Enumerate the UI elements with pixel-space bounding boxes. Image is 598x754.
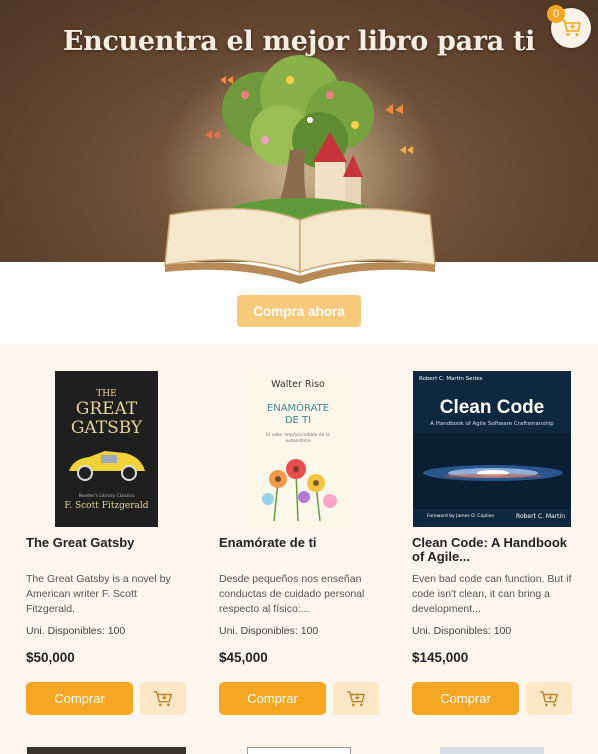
cart-plus-icon [154,690,172,706]
add-to-cart-button[interactable] [526,682,572,715]
add-to-cart-button[interactable] [333,682,379,715]
buy-button[interactable]: Comprar [219,682,326,715]
product-card: Robert C. Martin Series Clean Code A Han… [412,344,582,744]
cover-subtitle: A Handbook of Agile Software Craftsmansh… [430,421,554,427]
product-title[interactable]: Enamórate de ti [219,536,384,550]
cover-subtitle: Reader's Library Classics [78,494,135,499]
next-book-cover-peek [440,747,544,754]
cover-author: Walter Riso [271,379,325,390]
add-to-cart-button[interactable] [140,682,186,715]
product-description: The Great Gatsby is a novel by American … [26,573,171,615]
cover-title: ENAMÓRATE DE TI [266,403,330,426]
buy-button[interactable]: Comprar [412,682,519,715]
book-cover-great-gatsby[interactable]: THE GREAT GATSBY Reader's Library Classi… [55,371,158,527]
product-card: Walter Riso ENAMÓRATE DE TI El valor imp… [219,344,389,744]
buy-button[interactable]: Comprar [26,682,133,715]
cart-plus-icon [561,19,581,36]
cover-series: Robert C. Martin Series [419,376,483,382]
cover-subtitle: El valor imprescindible de la autoestima [266,433,330,444]
cover-author: F. Scott Fitzgerald [64,501,149,511]
cart-plus-icon [347,690,365,706]
product-price: $145,000 [412,650,469,665]
product-stock: Uni. Disponibles: 100 [219,625,319,637]
product-title[interactable]: The Great Gatsby [26,536,191,550]
cart-plus-icon [540,690,558,706]
cover-title: Clean Code [439,397,545,418]
next-book-cover-peek [247,747,351,754]
product-stock: Uni. Disponibles: 100 [412,625,512,637]
cover-foreword: Foreword by James O. Coplien [427,514,495,519]
product-title[interactable]: Clean Code: A Handbook of Agile... [412,536,577,564]
shop-now-button[interactable]: Compra ahora [237,295,361,327]
hero-title: Encuentra el mejor libro para ti [62,26,536,57]
product-description: Desde pequeños nos enseñan conductas de … [219,573,365,615]
flowers-illustration [262,459,337,522]
galaxy-illustration [413,433,571,509]
book-cover-clean-code[interactable]: Robert C. Martin Series Clean Code A Han… [413,371,571,527]
cover-author: Robert C. Martin [516,513,565,520]
product-price: $45,000 [219,650,268,665]
product-grid: THE GREAT GATSBY Reader's Library Classi… [0,344,598,754]
product-card: THE GREAT GATSBY Reader's Library Classi… [26,344,196,744]
cart-count-badge: 0 [547,5,565,23]
product-price: $50,000 [26,650,75,665]
open-book-illustration [164,207,436,284]
book-cover-enamorate-de-ti[interactable]: Walter Riso ENAMÓRATE DE TI El valor imp… [246,371,350,527]
yellow-car-illustration [69,451,145,481]
cover-title: THE GREAT GATSBY [70,389,143,438]
product-description: Even bad code can function. But if code … [412,573,572,615]
next-book-cover-peek [27,747,186,754]
product-stock: Uni. Disponibles: 100 [26,625,126,637]
